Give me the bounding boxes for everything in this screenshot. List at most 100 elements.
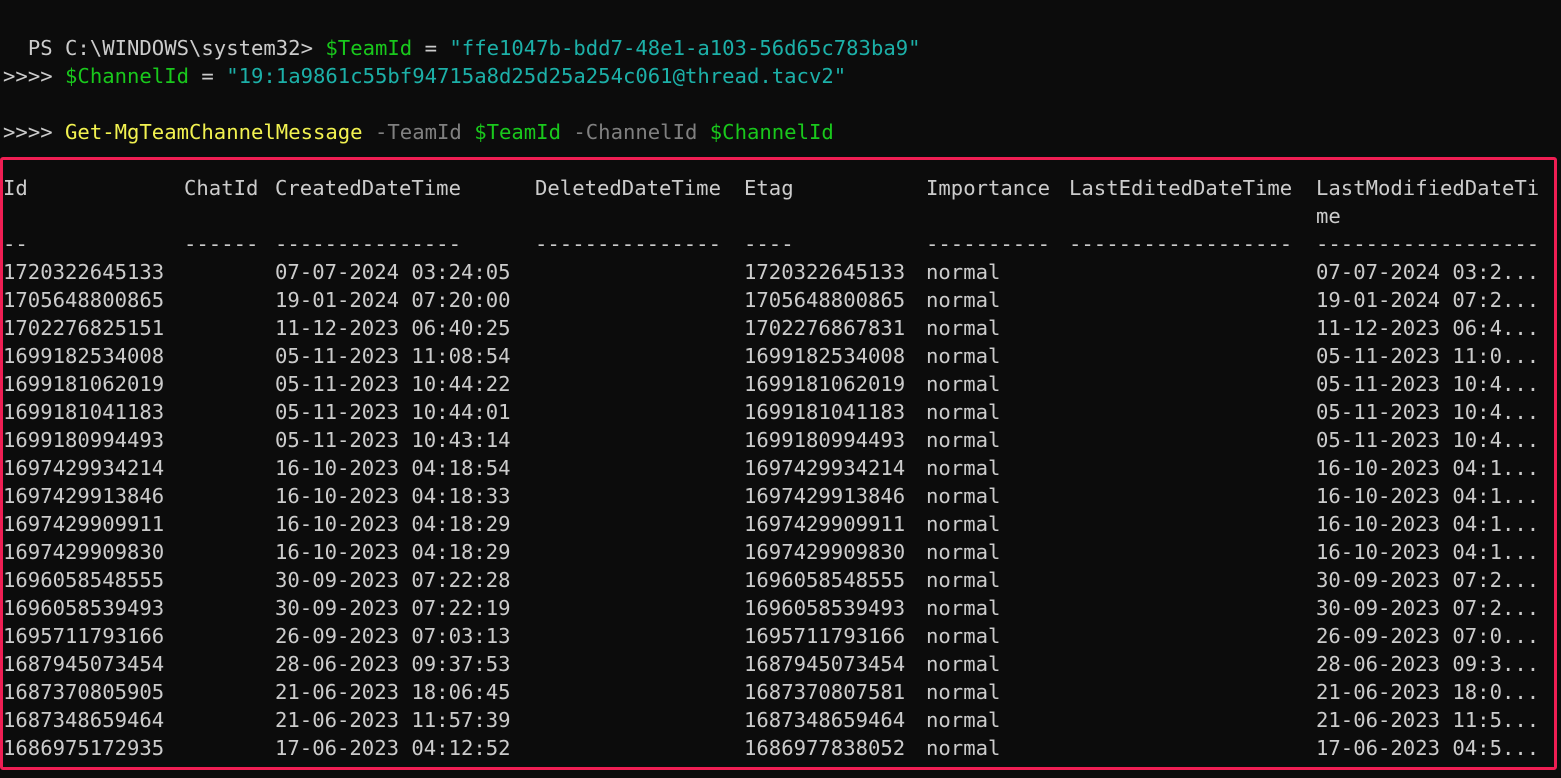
cell-etag: 1720322645133 <box>744 260 906 284</box>
cell-lastmodified: 30-09-2023 07:2... <box>1316 568 1540 592</box>
cell-createddatetime: 17-06-2023 04:12:52 <box>275 736 511 760</box>
cell-createddatetime: 30-09-2023 07:22:28 <box>275 568 511 592</box>
cell-etag: 1699182534008 <box>744 344 906 368</box>
sep-importance: ---------- <box>926 232 1050 256</box>
cell-importance: normal <box>926 288 1001 312</box>
cell-importance: normal <box>926 344 1001 368</box>
cell-id: 1699182534008 <box>3 344 165 368</box>
header-etag: Etag <box>744 176 794 200</box>
cell-createddatetime: 30-09-2023 07:22:19 <box>275 596 511 620</box>
cell-lastmodified: 05-11-2023 10:4... <box>1316 372 1540 396</box>
cell-importance: normal <box>926 680 1001 704</box>
cell-etag: 1699180994493 <box>744 428 906 452</box>
cell-lastmodified: 05-11-2023 11:0... <box>1316 344 1540 368</box>
cell-id: 1705648800865 <box>3 288 165 312</box>
cell-lastmodified: 05-11-2023 10:4... <box>1316 428 1540 452</box>
variable-channelid: $ChannelId <box>65 64 190 88</box>
cell-id: 1697429909830 <box>3 540 165 564</box>
cell-id: 1687945073454 <box>3 652 165 676</box>
cell-etag: 1697429909911 <box>744 512 906 536</box>
continuation-prompt: >> <box>27 64 66 88</box>
cell-lastmodified: 26-09-2023 07:0... <box>1316 624 1540 648</box>
header-deleteddatetime: DeletedDateTime <box>535 176 721 200</box>
command-line-5[interactable]: >> <box>3 118 28 146</box>
cell-importance: normal <box>926 596 1001 620</box>
command-line-4[interactable]: >> Get-MgTeamChannelMessage -TeamId $Tea… <box>3 90 834 144</box>
cell-createddatetime: 05-11-2023 10:44:01 <box>275 400 511 424</box>
cell-id: 1687348659464 <box>3 708 165 732</box>
header-chatid: ChatId <box>184 176 259 200</box>
cell-importance: normal <box>926 316 1001 340</box>
sep-id: -- <box>3 232 28 256</box>
cell-createddatetime: 19-01-2024 07:20:00 <box>275 288 511 312</box>
cell-id: 1687370805905 <box>3 680 165 704</box>
param-channelid: -ChannelId <box>560 120 710 144</box>
cell-etag: 1697429909830 <box>744 540 906 564</box>
cell-importance: normal <box>926 736 1001 760</box>
cell-id: 1697429909911 <box>3 512 165 536</box>
cell-id: 1699181041183 <box>3 400 165 424</box>
cell-lastmodified: 16-10-2023 04:1... <box>1316 484 1540 508</box>
cell-id: 1699180994493 <box>3 428 165 452</box>
cell-lastmodified: 11-12-2023 06:4... <box>1316 316 1540 340</box>
cell-lastmodified: 05-11-2023 10:4... <box>1316 400 1540 424</box>
cell-etag: 1697429913846 <box>744 484 906 508</box>
cell-lastmodified: 21-06-2023 11:5... <box>1316 708 1540 732</box>
cell-etag: 1699181062019 <box>744 372 906 396</box>
cell-createddatetime: 11-12-2023 06:40:25 <box>275 316 511 340</box>
cell-id: 1697429934214 <box>3 456 165 480</box>
cell-lastmodified: 28-06-2023 09:3... <box>1316 652 1540 676</box>
cell-etag: 1697429934214 <box>744 456 906 480</box>
cell-id: 1720322645133 <box>3 260 165 284</box>
cell-importance: normal <box>926 624 1001 648</box>
sep-chatid: ------ <box>184 232 259 256</box>
cell-createddatetime: 21-06-2023 18:06:45 <box>275 680 511 704</box>
cell-createddatetime: 05-11-2023 10:43:14 <box>275 428 511 452</box>
cell-importance: normal <box>926 428 1001 452</box>
cell-lastmodified: 16-10-2023 04:1... <box>1316 512 1540 536</box>
cell-createddatetime: 28-06-2023 09:37:53 <box>275 652 511 676</box>
cell-importance: normal <box>926 260 1001 284</box>
sep-lastedited: ------------------ <box>1069 232 1293 256</box>
command-line-2[interactable]: >> $ChannelId = "19:1a9861c55bf94715a8d2… <box>3 34 846 88</box>
channelid-string-value: "19:1a9861c55bf94715a8d25d25a254c061@thr… <box>226 64 847 88</box>
cell-id: 1696058539493 <box>3 596 165 620</box>
cell-importance: normal <box>926 484 1001 508</box>
header-id: Id <box>3 176 28 200</box>
cell-lastmodified: 16-10-2023 04:1... <box>1316 456 1540 480</box>
cell-id: 1686975172935 <box>3 736 165 760</box>
cell-importance: normal <box>926 568 1001 592</box>
cell-createddatetime: 16-10-2023 04:18:29 <box>275 540 511 564</box>
param-channelid-value: $ChannelId <box>709 120 834 144</box>
cell-etag: 1696058548555 <box>744 568 906 592</box>
sep-created: --------------- <box>275 232 461 256</box>
cell-id: 1696058548555 <box>3 568 165 592</box>
cell-etag: 1696058539493 <box>744 596 906 620</box>
cell-lastmodified: 21-06-2023 18:0... <box>1316 680 1540 704</box>
header-lastmodified-wrap: me <box>1316 204 1341 228</box>
cell-importance: normal <box>926 708 1001 732</box>
command-line-1[interactable]: PS C:\WINDOWS\system32> $TeamId = "ffe10… <box>3 6 921 60</box>
sep-deleted: --------------- <box>535 232 721 256</box>
header-createddatetime: CreatedDateTime <box>275 176 461 200</box>
param-teamid: -TeamId <box>362 120 475 144</box>
cell-id: 1697429913846 <box>3 484 165 508</box>
sep-etag: ---- <box>744 232 794 256</box>
cell-etag: 1695711793166 <box>744 624 906 648</box>
cell-id: 1695711793166 <box>3 624 165 648</box>
cell-lastmodified: 30-09-2023 07:2... <box>1316 596 1540 620</box>
header-lasteditedtime: LastEditedDateTime <box>1069 176 1293 200</box>
command-line-3[interactable]: >> <box>3 62 28 90</box>
cell-lastmodified: 16-10-2023 04:1... <box>1316 540 1540 564</box>
cell-createddatetime: 16-10-2023 04:18:54 <box>275 456 511 480</box>
cell-lastmodified: 19-01-2024 07:2... <box>1316 288 1540 312</box>
cell-importance: normal <box>926 372 1001 396</box>
cell-etag: 1687370807581 <box>744 680 906 704</box>
cell-importance: normal <box>926 456 1001 480</box>
cell-createddatetime: 05-11-2023 11:08:54 <box>275 344 511 368</box>
cell-etag: 1687348659464 <box>744 708 906 732</box>
cell-createddatetime: 16-10-2023 04:18:33 <box>275 484 511 508</box>
cell-etag: 1686977838052 <box>744 736 906 760</box>
cell-createddatetime: 05-11-2023 10:44:22 <box>275 372 511 396</box>
cell-id: 1699181062019 <box>3 372 165 396</box>
